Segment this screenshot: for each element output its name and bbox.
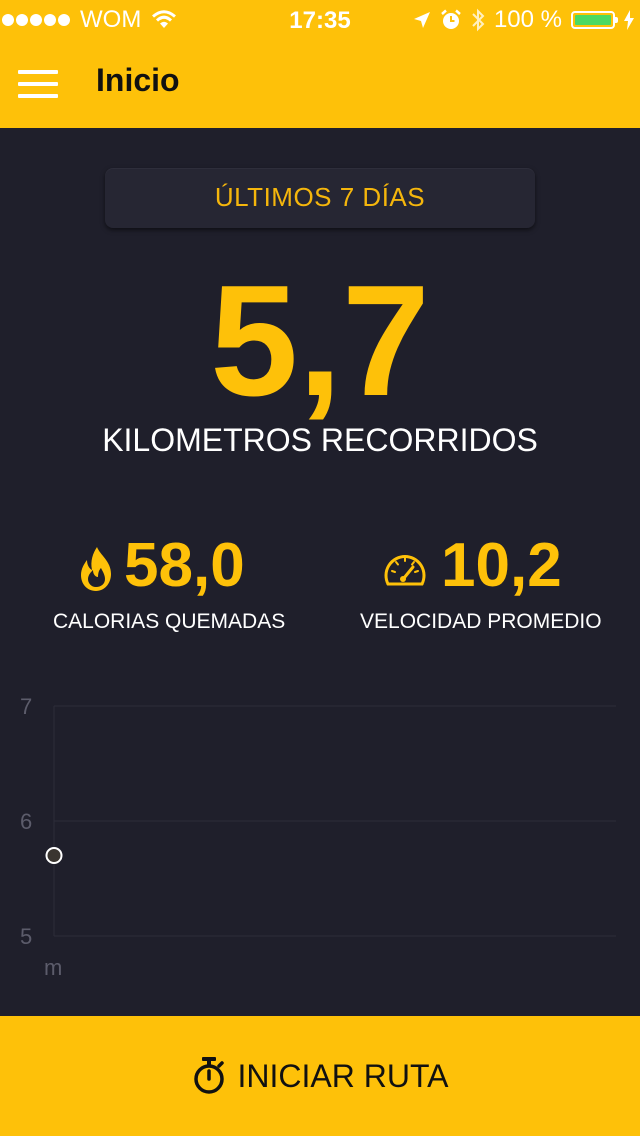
calories-label: CALORIAS QUEMADAS bbox=[53, 610, 286, 633]
alarm-icon bbox=[441, 9, 461, 29]
chart-grid bbox=[53, 705, 616, 937]
speed-label: VELOCIDAD PROMEDIO bbox=[360, 610, 602, 633]
chart-y-axis: 7 6 5 bbox=[20, 694, 32, 949]
start-route-label: INICIAR RUTA bbox=[237, 1057, 449, 1094]
chart-unit-label: m bbox=[44, 955, 62, 980]
chart-y-tick-label: 5 bbox=[20, 924, 32, 949]
battery-icon bbox=[571, 11, 618, 29]
battery-level bbox=[575, 15, 611, 25]
stopwatch-icon bbox=[193, 1057, 224, 1094]
status-bar: WOM 17:35 100 % bbox=[0, 0, 640, 40]
location-arrow-icon bbox=[413, 12, 430, 28]
distance-value: 5,7 bbox=[210, 253, 430, 429]
status-right: 100 % bbox=[413, 6, 634, 33]
charging-icon bbox=[624, 10, 634, 30]
calories-value: 58,0 bbox=[124, 531, 245, 600]
distance-chart: 7 6 5 m bbox=[20, 694, 616, 980]
chart-y-tick-label: 6 bbox=[20, 809, 32, 834]
chart-data-point[interactable] bbox=[45, 847, 63, 864]
battery-percent: 100 % bbox=[493, 6, 562, 33]
speed-value: 10,2 bbox=[441, 531, 562, 600]
speedometer-icon bbox=[384, 555, 426, 586]
distance-label: KILOMETROS RECORRIDOS bbox=[102, 422, 538, 458]
hamburger-menu-icon[interactable] bbox=[18, 70, 58, 98]
date-range-button[interactable]: ÚLTIMOS 7 DÍAS bbox=[105, 168, 535, 228]
chart-y-tick-label: 7 bbox=[20, 694, 32, 719]
chart-points bbox=[45, 847, 63, 864]
bluetooth-icon bbox=[472, 8, 485, 32]
page-title: Inicio bbox=[96, 62, 180, 98]
flame-icon bbox=[81, 547, 111, 591]
nav-bar: Inicio bbox=[0, 40, 640, 128]
start-route-button[interactable]: INICIAR RUTA bbox=[0, 1016, 640, 1136]
